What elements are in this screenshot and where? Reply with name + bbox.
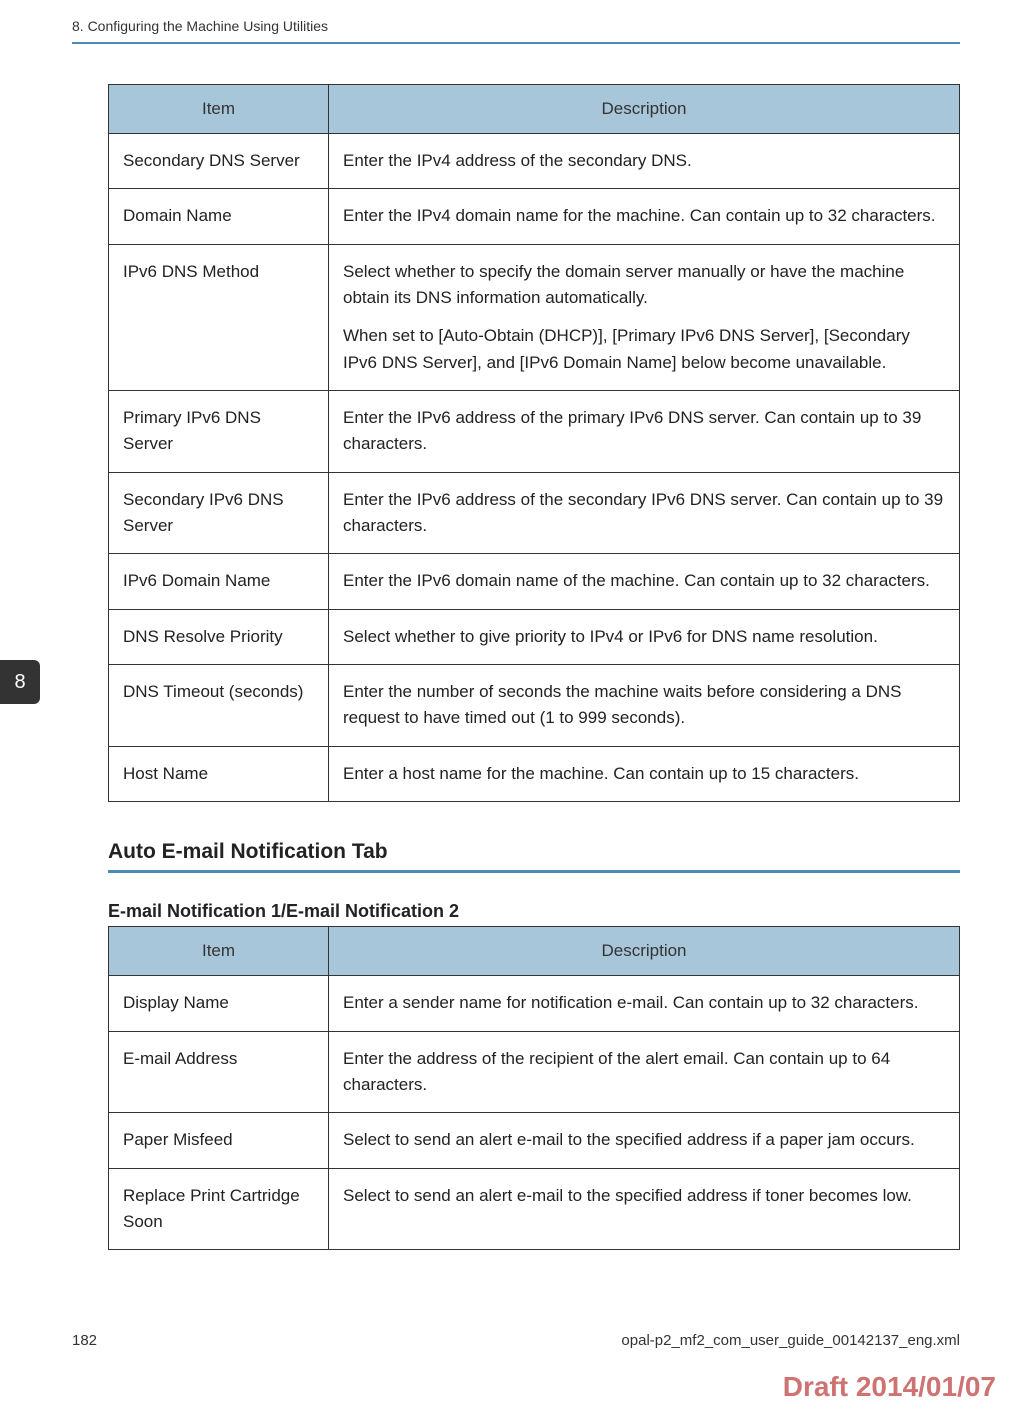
cell-description: Enter a sender name for notification e-m… bbox=[329, 976, 960, 1031]
section-heading-auto-email: Auto E-mail Notification Tab bbox=[108, 840, 960, 873]
cell-description: Enter a host name for the machine. Can c… bbox=[329, 746, 960, 801]
cell-item: Replace Print Cartridge Soon bbox=[109, 1168, 329, 1250]
cell-item: Paper Misfeed bbox=[109, 1113, 329, 1168]
description-paragraph: Select whether to specify the domain ser… bbox=[343, 259, 945, 312]
chapter-tab: 8 bbox=[0, 660, 40, 704]
table-row: DNS Resolve Priority Select whether to gi… bbox=[109, 609, 960, 664]
table-header-row: Item Description bbox=[109, 927, 960, 976]
email-notification-table: Item Description Display Name Enter a sen… bbox=[108, 926, 960, 1250]
cell-description: Enter the number of seconds the machine … bbox=[329, 665, 960, 747]
table-row: Paper Misfeed Select to send an alert e-m… bbox=[109, 1113, 960, 1168]
col-header-description: Description bbox=[329, 927, 960, 976]
table-row: IPv6 DNS Method Select whether to specify… bbox=[109, 244, 960, 390]
cell-item: IPv6 DNS Method bbox=[109, 244, 329, 390]
cell-item: Secondary DNS Server bbox=[109, 134, 329, 189]
description-paragraph: Enter the IPv4 domain name for the machi… bbox=[343, 203, 945, 229]
col-header-item: Item bbox=[109, 85, 329, 134]
description-paragraph: Enter the IPv4 address of the secondary … bbox=[343, 148, 945, 174]
table-row: Domain Name Enter the IPv4 domain name fo… bbox=[109, 189, 960, 244]
cell-description: Enter the IPv6 address of the secondary … bbox=[329, 472, 960, 554]
page-number: 182 bbox=[72, 1332, 97, 1349]
cell-description: Select to send an alert e-mail to the sp… bbox=[329, 1113, 960, 1168]
cell-item: Display Name bbox=[109, 976, 329, 1031]
cell-description: Select whether to specify the domain ser… bbox=[329, 244, 960, 390]
table-header-row: Item Description bbox=[109, 85, 960, 134]
cell-item: DNS Timeout (seconds) bbox=[109, 665, 329, 747]
cell-description: Enter the IPv4 address of the secondary … bbox=[329, 134, 960, 189]
table-row: E-mail Address Enter the address of the r… bbox=[109, 1031, 960, 1113]
cell-description: Enter the IPv6 address of the primary IP… bbox=[329, 391, 960, 473]
table-row: Secondary IPv6 DNS Server Enter the IPv6 … bbox=[109, 472, 960, 554]
chapter-title: 8. Configuring the Machine Using Utiliti… bbox=[72, 18, 328, 34]
description-paragraph: Enter the number of seconds the machine … bbox=[343, 679, 945, 732]
table-row: Display Name Enter a sender name for noti… bbox=[109, 976, 960, 1031]
draft-watermark: Draft 2014/01/07 bbox=[783, 1371, 996, 1403]
cell-item: Secondary IPv6 DNS Server bbox=[109, 472, 329, 554]
description-paragraph: Enter the IPv6 domain name of the machin… bbox=[343, 568, 945, 594]
cell-item: IPv6 Domain Name bbox=[109, 554, 329, 609]
chapter-number: 8 bbox=[14, 671, 25, 694]
description-paragraph: Enter a sender name for notification e-m… bbox=[343, 990, 945, 1016]
cell-description: Enter the address of the recipient of th… bbox=[329, 1031, 960, 1113]
description-paragraph: Enter the IPv6 address of the primary IP… bbox=[343, 405, 945, 458]
description-paragraph: Select to send an alert e-mail to the sp… bbox=[343, 1183, 945, 1209]
page-header: 8. Configuring the Machine Using Utiliti… bbox=[0, 0, 1032, 42]
cell-item: Host Name bbox=[109, 746, 329, 801]
dns-settings-table: Item Description Secondary DNS Server Ent… bbox=[108, 84, 960, 802]
description-paragraph: Enter the address of the recipient of th… bbox=[343, 1046, 945, 1099]
col-header-description: Description bbox=[329, 85, 960, 134]
subsection-heading-email-notification: E-mail Notification 1/E-mail Notificatio… bbox=[108, 901, 960, 922]
description-paragraph: Select to send an alert e-mail to the sp… bbox=[343, 1127, 945, 1153]
description-paragraph: Enter a host name for the machine. Can c… bbox=[343, 761, 945, 787]
cell-item: E-mail Address bbox=[109, 1031, 329, 1113]
file-reference: opal-p2_mf2_com_user_guide_00142137_eng.… bbox=[621, 1332, 960, 1349]
cell-description: Enter the IPv6 domain name of the machin… bbox=[329, 554, 960, 609]
table-row: Host Name Enter a host name for the machi… bbox=[109, 746, 960, 801]
description-paragraph: Select whether to give priority to IPv4 … bbox=[343, 624, 945, 650]
table-row: IPv6 Domain Name Enter the IPv6 domain na… bbox=[109, 554, 960, 609]
page-footer: 182 opal-p2_mf2_com_user_guide_00142137_… bbox=[72, 1332, 960, 1349]
cell-item: Primary IPv6 DNS Server bbox=[109, 391, 329, 473]
cell-description: Select to send an alert e-mail to the sp… bbox=[329, 1168, 960, 1250]
cell-description: Enter the IPv4 domain name for the machi… bbox=[329, 189, 960, 244]
table-row: DNS Timeout (seconds) Enter the number of… bbox=[109, 665, 960, 747]
page-content: Item Description Secondary DNS Server Ent… bbox=[0, 44, 1032, 1250]
description-paragraph: When set to [Auto-Obtain (DHCP)], [Prima… bbox=[343, 323, 945, 376]
col-header-item: Item bbox=[109, 927, 329, 976]
table-row: Replace Print Cartridge Soon Select to se… bbox=[109, 1168, 960, 1250]
cell-item: DNS Resolve Priority bbox=[109, 609, 329, 664]
table-row: Secondary DNS Server Enter the IPv4 addre… bbox=[109, 134, 960, 189]
description-paragraph: Enter the IPv6 address of the secondary … bbox=[343, 487, 945, 540]
table-row: Primary IPv6 DNS Server Enter the IPv6 ad… bbox=[109, 391, 960, 473]
cell-description: Select whether to give priority to IPv4 … bbox=[329, 609, 960, 664]
cell-item: Domain Name bbox=[109, 189, 329, 244]
